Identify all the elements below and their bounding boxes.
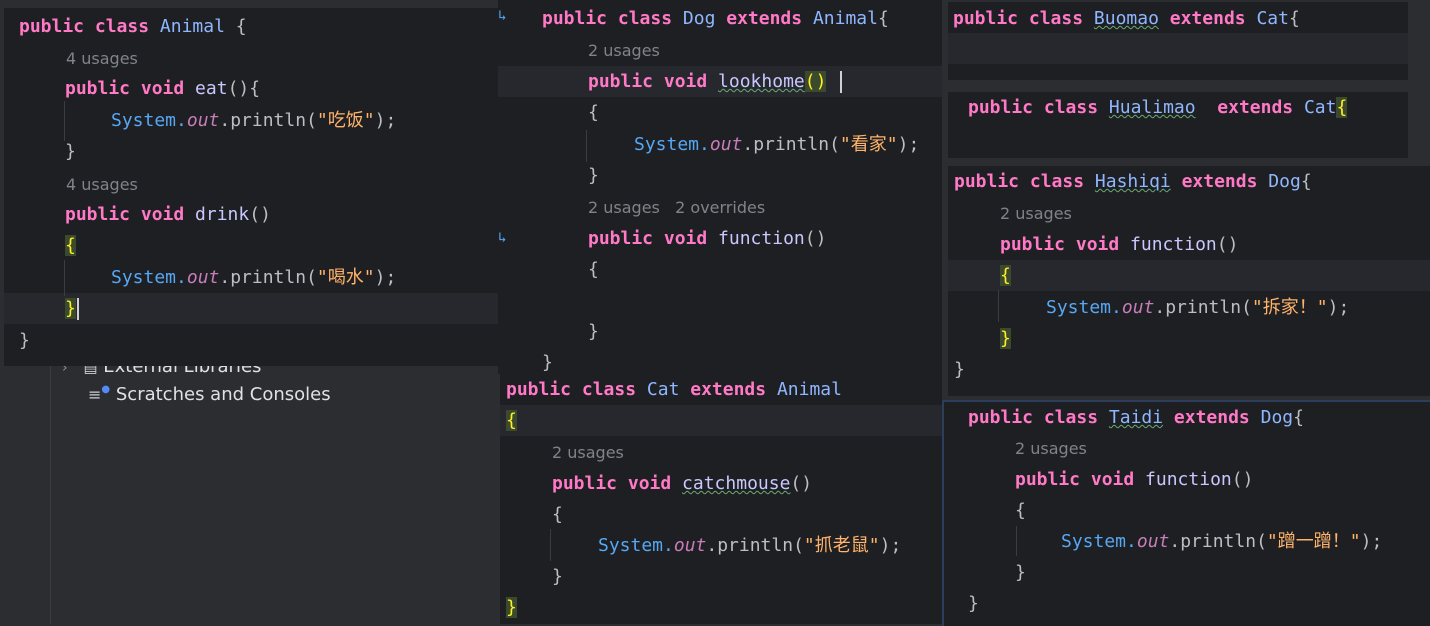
hashiqi-function-opening-brace: { xyxy=(1000,265,1011,286)
hashiqi-class-declaration: public class Hashiqi extends Dog{ xyxy=(954,171,1312,192)
animal-class-closing-brace: } xyxy=(19,330,30,351)
dog-class-editor[interactable]: ↳ ↳ public class Dog extends Animal{ 2 u… xyxy=(498,0,942,374)
taidi-function-closing-brace: } xyxy=(1015,562,1026,583)
taidi-function-declaration: public void function() xyxy=(1015,469,1254,490)
override-gutter-icon[interactable]: ↳ xyxy=(498,230,506,246)
hualimao-class-declaration: public class Hualimao extends Cat{ xyxy=(968,97,1348,118)
lookhome-println-statement: System.out.println("看家"); xyxy=(634,134,920,155)
taidi-class-declaration: public class Taidi extends Dog{ xyxy=(968,407,1304,428)
text-caret xyxy=(840,71,842,93)
text-caret xyxy=(77,298,79,320)
eat-method-declaration: public void eat(){ xyxy=(65,78,261,99)
drink-println-statement: System.out.println("喝水"); xyxy=(111,267,397,288)
usage-hint[interactable]: 2 usages 2 overrides xyxy=(588,192,765,223)
usage-hint[interactable]: 2 usages xyxy=(588,35,660,66)
taidi-class-editor[interactable]: public class Taidi extends Dog{ 2 usages… xyxy=(942,400,1430,626)
usage-hint[interactable]: 2 usages xyxy=(1000,198,1072,229)
eat-closing-brace: } xyxy=(65,141,76,162)
eat-println-statement: System.out.println("吃饭"); xyxy=(111,110,397,131)
usage-hint[interactable]: 2 usages xyxy=(552,437,624,468)
taidi-class-closing-brace: } xyxy=(968,593,979,614)
lookhome-closing-brace: } xyxy=(588,165,599,186)
cat-class-closing-brace: } xyxy=(506,597,517,618)
function-method-declaration: public void function() xyxy=(588,228,827,249)
hashiqi-class-closing-brace: } xyxy=(954,359,965,380)
hualimao-class-editor[interactable]: public class Hualimao extends Cat{ xyxy=(948,92,1408,158)
animal-class-declaration: public class Animal { xyxy=(19,16,247,37)
hashiqi-println-statement: System.out.println("拆家！"); xyxy=(1046,297,1350,318)
drink-closing-brace: } xyxy=(65,298,76,319)
usage-hint[interactable]: 2 usages xyxy=(1015,433,1087,464)
function-opening-brace: { xyxy=(588,259,599,280)
catchmouse-closing-brace: } xyxy=(552,566,563,587)
tree-item-scratches[interactable]: ≡● Scratches and Consoles xyxy=(88,384,331,405)
override-gutter-icon[interactable]: ↳ xyxy=(498,8,506,24)
scratches-icon: ≡● xyxy=(88,384,111,404)
buomao-class-editor[interactable]: public class Buomao extends Cat{ xyxy=(948,2,1408,80)
catchmouse-println-statement: System.out.println("抓老鼠"); xyxy=(598,535,902,556)
usage-hint[interactable]: 4 usages xyxy=(66,169,138,200)
hashiqi-class-editor[interactable]: public class Hashiqi extends Dog{ 2 usag… xyxy=(948,166,1430,396)
drink-method-declaration: public void drink() xyxy=(65,204,271,225)
cat-class-declaration: public class Cat extends Animal xyxy=(506,379,842,400)
lookhome-opening-brace: { xyxy=(588,102,599,123)
usage-hint[interactable]: 4 usages xyxy=(66,43,138,74)
animal-class-editor[interactable]: public class Animal { 4 usages public vo… xyxy=(4,8,498,366)
dog-class-declaration: public class Dog extends Animal{ xyxy=(542,8,889,29)
buomao-class-declaration: public class Buomao extends Cat{ xyxy=(953,8,1300,29)
taidi-println-statement: System.out.println("蹭一蹭！"); xyxy=(1061,531,1383,552)
hashiqi-function-declaration: public void function() xyxy=(1000,234,1239,255)
hashiqi-function-closing-brace: } xyxy=(1000,328,1011,349)
dog-class-closing-brace: } xyxy=(542,352,553,373)
function-closing-brace: } xyxy=(588,321,599,342)
cat-class-opening-brace: { xyxy=(506,410,517,431)
drink-opening-brace: { xyxy=(65,235,76,256)
lookhome-method-declaration: public void lookhome() xyxy=(588,71,827,92)
cat-class-editor[interactable]: public class Cat extends Animal { 2 usag… xyxy=(500,374,942,624)
taidi-function-opening-brace: { xyxy=(1015,500,1026,521)
catchmouse-opening-brace: { xyxy=(552,504,563,525)
catchmouse-method-declaration: public void catchmouse() xyxy=(552,473,813,494)
